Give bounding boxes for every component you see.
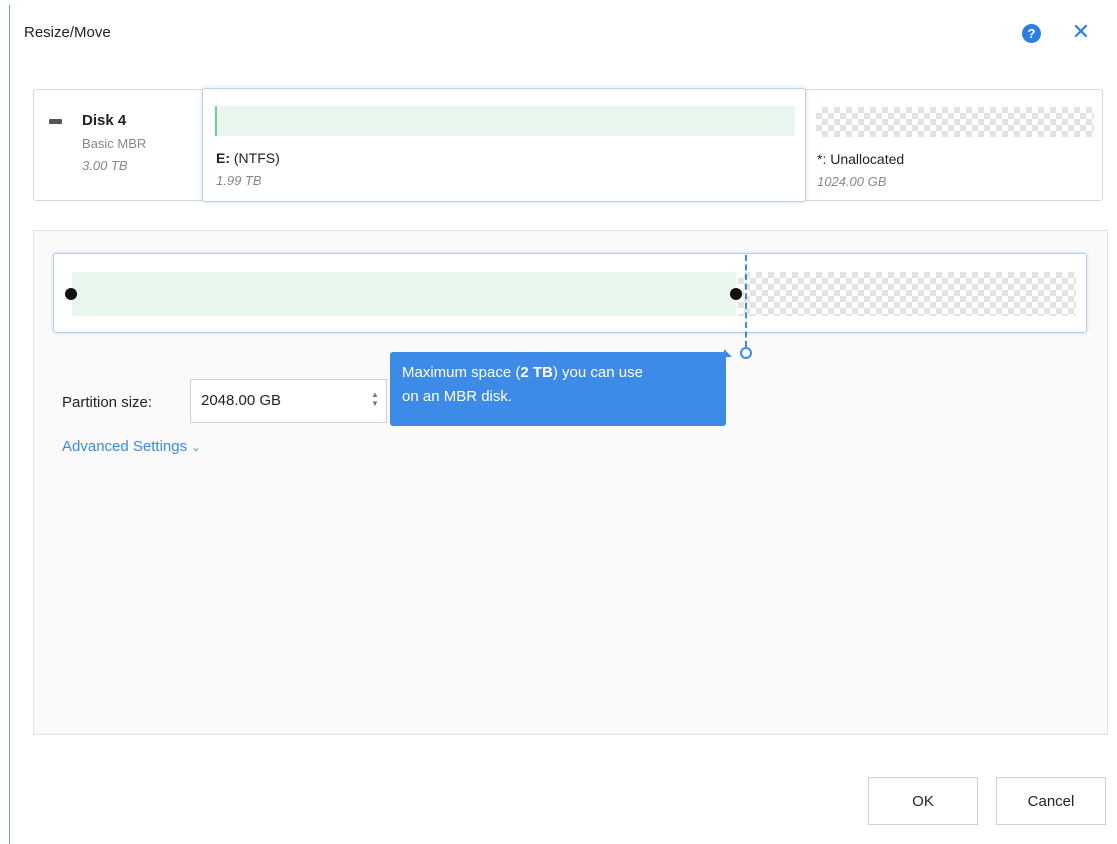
partition-letter: E:: [216, 150, 230, 166]
unallocated-size: 1024.00 GB: [817, 174, 887, 189]
close-icon[interactable]: ✕: [1069, 20, 1093, 44]
max-space-tooltip: Maximum space (2 TB) you can use on an M…: [390, 352, 726, 426]
slider-left-handle[interactable]: [65, 288, 77, 300]
resize-move-dialog: Resize/Move ? ✕ Disk 4 Basic MBR 3.00 TB…: [9, 5, 1117, 844]
resize-slider[interactable]: [53, 253, 1087, 333]
cancel-button[interactable]: Cancel: [996, 777, 1106, 825]
disk-type: Basic MBR: [82, 136, 147, 151]
advanced-settings-link[interactable]: Advanced Settings ⌄: [62, 438, 200, 455]
unallocated-label: *: Unallocated: [817, 151, 905, 167]
partition-usage-bar: [215, 106, 795, 136]
slider-right-handle[interactable]: [730, 288, 742, 300]
slider-used-region: [72, 272, 736, 316]
size-spinner[interactable]: ▲ ▼: [370, 390, 380, 412]
advanced-settings-label: Advanced Settings: [62, 438, 188, 455]
disk-map: Disk 4 Basic MBR 3.00 TB E: (NTFS) 1.99 …: [33, 88, 1103, 202]
tooltip-prefix: Maximum space (: [402, 364, 521, 381]
max-size-marker-icon: [740, 347, 752, 359]
tooltip-line2: on an MBR disk.: [402, 388, 513, 405]
help-icon[interactable]: ?: [1022, 24, 1041, 43]
partition-fs: (NTFS): [233, 150, 280, 166]
partition-e[interactable]: E: (NTFS) 1.99 TB: [202, 88, 806, 202]
resize-panel: Partition size: 2048.00 GB ▲ ▼ Maximum sp…: [33, 230, 1108, 735]
disk-name: Disk 4: [82, 112, 127, 129]
partition-size-input[interactable]: 2048.00 GB ▲ ▼: [190, 379, 387, 423]
partition-size-value: 2048.00 GB: [201, 392, 282, 409]
slider-free-region: [738, 272, 1076, 316]
disk-info: Disk 4 Basic MBR 3.00 TB: [34, 90, 204, 200]
unallocated-bar: [816, 107, 1094, 137]
max-size-marker-line: [745, 255, 747, 347]
partition-size: 1.99 TB: [216, 173, 262, 188]
dialog-title: Resize/Move: [24, 24, 111, 41]
ok-button[interactable]: OK: [868, 777, 978, 825]
partition-label: E: (NTFS): [216, 150, 280, 166]
tooltip-bold: 2 TB: [520, 364, 553, 381]
chevron-down-icon: ⌄: [191, 442, 201, 454]
tooltip-suffix: ) you can use: [552, 364, 643, 381]
title-bar: Resize/Move ? ✕: [10, 5, 1117, 57]
unallocated-space[interactable]: *: Unallocated 1024.00 GB: [806, 90, 1102, 200]
disk-icon: [49, 119, 62, 124]
partition-size-label: Partition size:: [62, 394, 153, 411]
disk-size: 3.00 TB: [82, 158, 128, 173]
